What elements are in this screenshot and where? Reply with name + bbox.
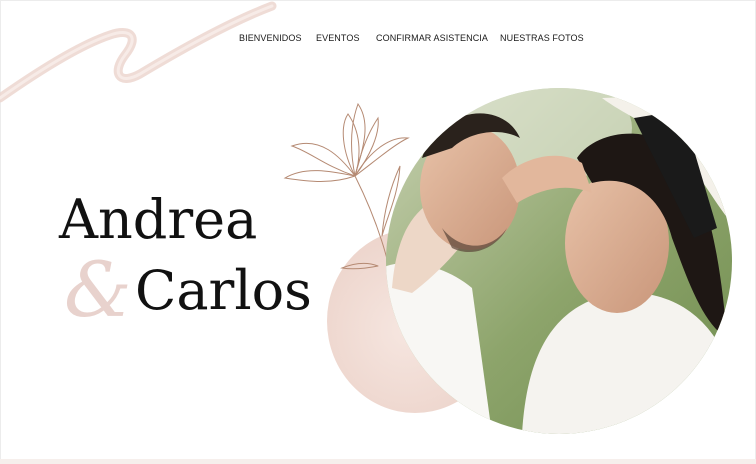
main-nav: BIENVENIDOS EVENTOS CONFIRMAR ASISTENCIA…	[0, 33, 756, 47]
groom-name: Carlos	[135, 259, 312, 322]
couple-photo	[386, 88, 732, 434]
nav-item-eventos[interactable]: EVENTOS	[316, 33, 360, 43]
nav-item-bienvenidos[interactable]: BIENVENIDOS	[239, 33, 302, 43]
nav-item-nuestras-fotos[interactable]: NUESTRAS FOTOS	[500, 33, 584, 43]
brush-stroke-decoration	[0, 1, 277, 103]
footer-strip	[0, 459, 756, 464]
ampersand-ornament: &	[64, 245, 132, 334]
bride-name: Andrea	[59, 188, 258, 251]
nav-item-confirmar-asistencia[interactable]: CONFIRMAR ASISTENCIA	[376, 33, 488, 43]
